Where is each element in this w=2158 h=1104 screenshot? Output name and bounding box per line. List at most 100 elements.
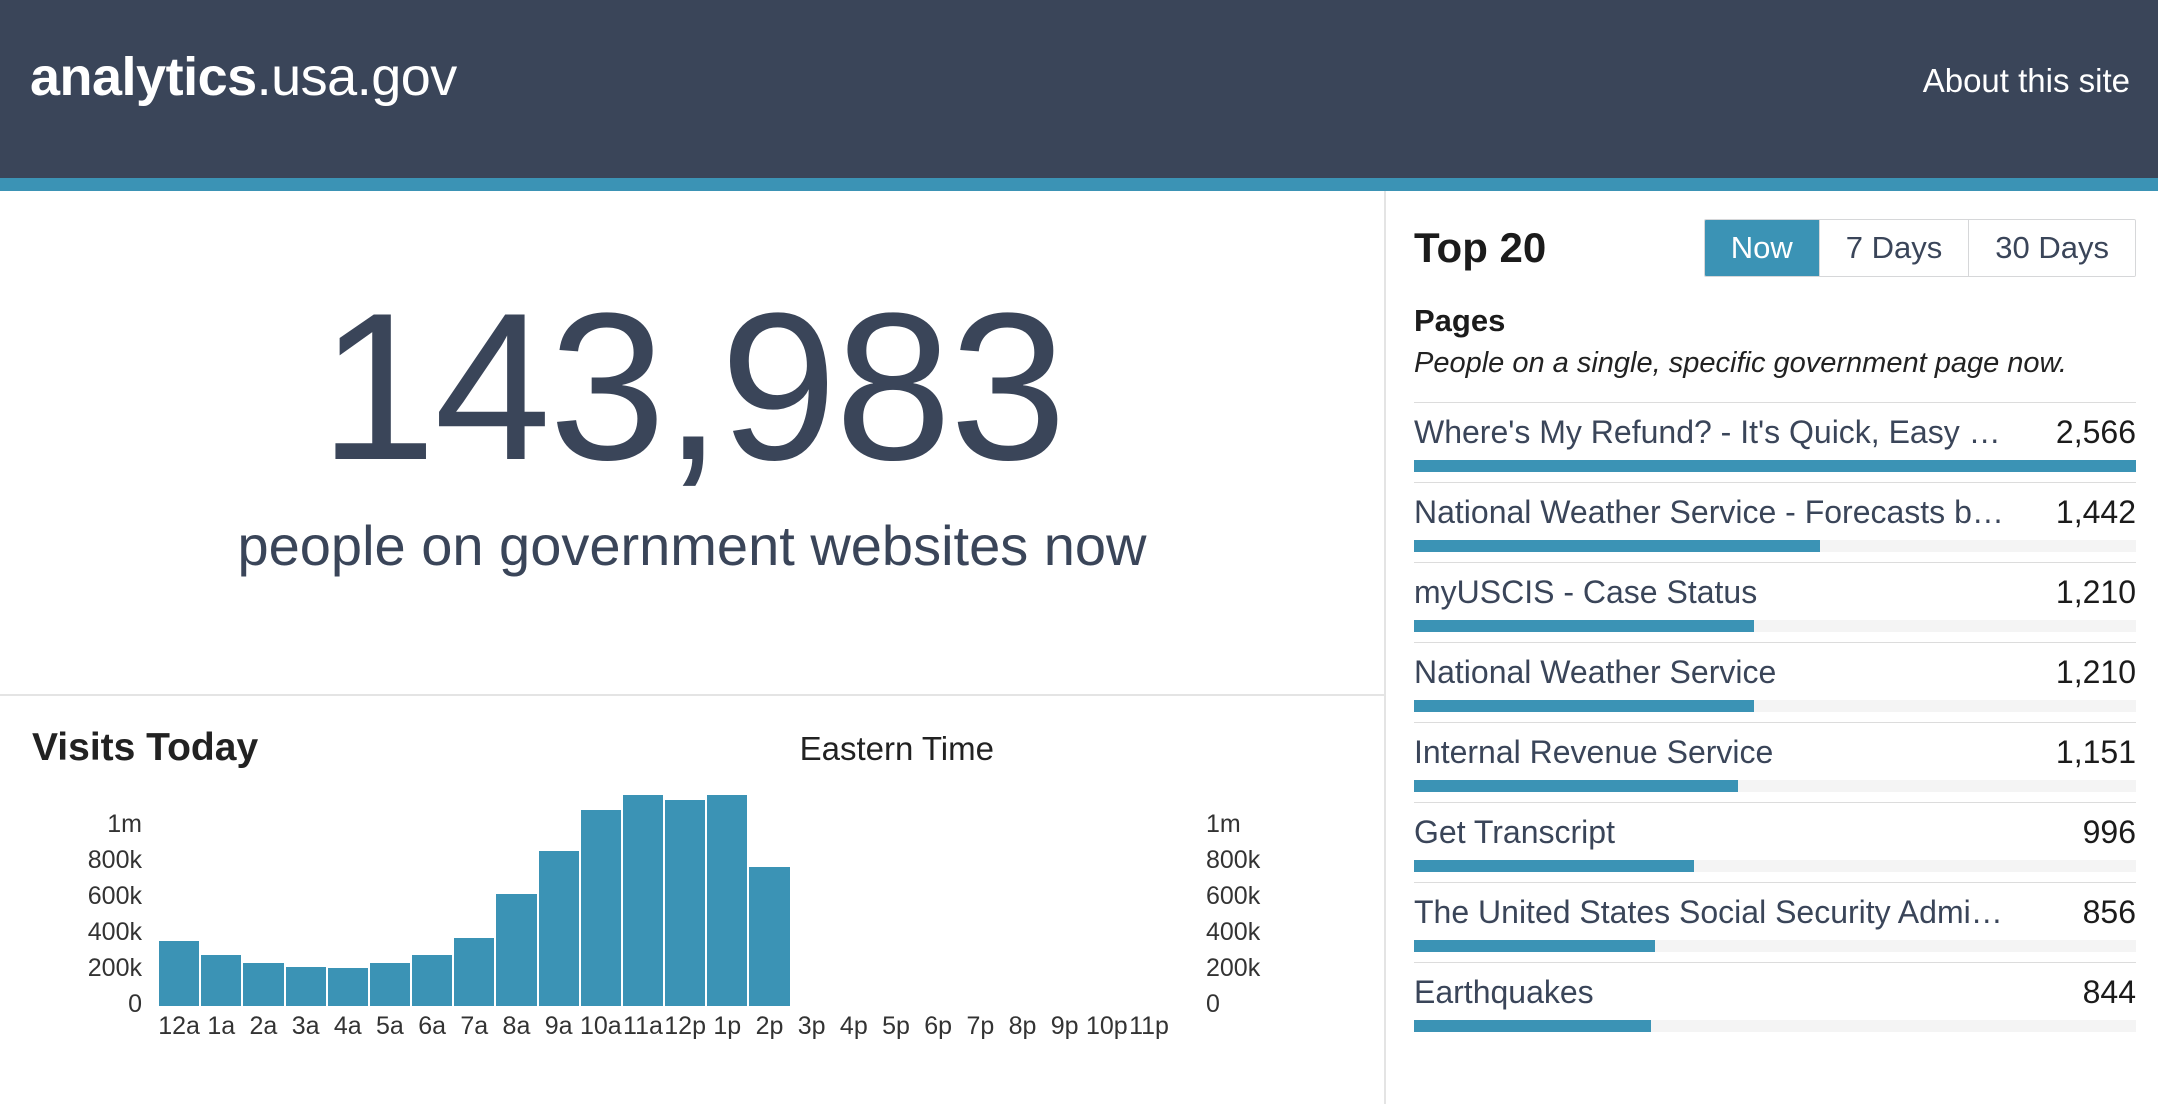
chart-bar-column[interactable]: 10a <box>579 776 622 1040</box>
chart-bar-column[interactable]: 9p <box>1044 776 1086 1040</box>
time-range-tab-7-days[interactable]: 7 Days <box>1819 220 1970 276</box>
chart-bar-column[interactable]: 6a <box>411 776 454 1040</box>
top-page-count: 1,210 <box>2055 654 2136 690</box>
chart-x-axis-tick: 7p <box>966 1012 995 1040</box>
top-page-row[interactable]: Earthquakes 844 <box>1414 962 2136 1042</box>
chart-bar-column[interactable]: 11p <box>1128 776 1170 1040</box>
chart-bar[interactable] <box>579 809 622 1006</box>
top-page-bar-fill <box>1414 780 1738 792</box>
chart-bar[interactable] <box>200 954 243 1006</box>
chart-plot-area: 1m 800k 600k 400k 200k 0 1m 800k 600k 400k 200k 0 … <box>32 795 1354 1040</box>
top-page-count: 1,151 <box>2055 734 2136 770</box>
top-page-name[interactable]: The United States Social Security Admini… <box>1414 894 2014 931</box>
chart-bar-column[interactable]: 12a <box>158 776 201 1040</box>
site-header: analytics.usa.gov About this site <box>0 0 2158 178</box>
chart-bar[interactable] <box>368 962 412 1006</box>
chart-bar[interactable] <box>621 795 665 1006</box>
chart-bar-column[interactable]: 1a <box>200 776 243 1040</box>
y-axis-tick: 600k <box>87 882 142 910</box>
top-page-name[interactable]: myUSCIS - Case Status <box>1414 574 1757 611</box>
accent-bar <box>0 178 2158 191</box>
realtime-visitor-caption: people on government websites now <box>237 513 1147 577</box>
top-page-bar-track <box>1414 540 2136 552</box>
y-axis-tick: 1m <box>1206 810 1241 838</box>
top-page-row-header: Where's My Refund? - It's Quick, Easy an… <box>1414 414 2136 451</box>
chart-bar-column[interactable]: 2p <box>748 776 791 1040</box>
chart-bar[interactable] <box>706 795 749 1006</box>
top-page-name[interactable]: National Weather Service - Forecasts by … <box>1414 494 2014 531</box>
y-axis-tick: 800k <box>1206 846 1261 874</box>
chart-bar-column[interactable]: 4p <box>833 776 875 1040</box>
chart-bar-column[interactable]: 11a <box>621 776 665 1040</box>
chart-bar-column[interactable]: 5a <box>368 776 412 1040</box>
chart-x-axis-tick: 6p <box>924 1012 953 1040</box>
chart-x-axis-tick: 2p <box>755 1012 784 1040</box>
top-page-bar-fill <box>1414 700 1755 712</box>
chart-bar-column[interactable]: 6p <box>917 776 959 1040</box>
top-page-row-header: National Weather Service 1,210 <box>1414 654 2136 691</box>
brand-name-bold: analytics <box>30 47 257 107</box>
chart-bar-column[interactable]: 8a <box>495 776 538 1040</box>
chart-bar[interactable] <box>411 954 454 1006</box>
top-page-row[interactable]: Where's My Refund? - It's Quick, Easy an… <box>1414 402 2136 482</box>
top-page-name[interactable]: Earthquakes <box>1414 974 1594 1011</box>
chart-bar-column[interactable]: 7p <box>959 776 1001 1040</box>
top-page-count: 1,442 <box>2055 494 2136 530</box>
chart-x-axis-tick: 1a <box>207 1012 236 1040</box>
chart-bar-column[interactable]: 3p <box>791 776 833 1040</box>
top-page-name[interactable]: Get Transcript <box>1414 814 1615 851</box>
brand-name-suffix: .usa.gov <box>256 47 458 107</box>
y-axis-tick: 400k <box>1206 918 1261 946</box>
top-page-row[interactable]: The United States Social Security Admini… <box>1414 882 2136 962</box>
about-this-site-link[interactable]: About this site <box>1923 62 2130 100</box>
chart-x-axis-tick: 3a <box>291 1012 320 1040</box>
top-pages-panel: Top 20 Now 7 Days 30 Days Pages People on … <box>1386 191 2158 1104</box>
chart-bar-column[interactable]: 1p <box>706 776 749 1040</box>
top-page-bar-track <box>1414 1020 2136 1032</box>
top-page-row-header: myUSCIS - Case Status 1,210 <box>1414 574 2136 611</box>
chart-bar-column[interactable]: 10p <box>1086 776 1128 1040</box>
top-page-row[interactable]: Get Transcript 996 <box>1414 802 2136 882</box>
chart-bar[interactable] <box>284 967 327 1006</box>
chart-bar-column[interactable]: 5p <box>875 776 917 1040</box>
chart-x-axis-tick: 8a <box>502 1012 531 1040</box>
chart-x-axis-tick: 10p <box>1086 1012 1128 1040</box>
time-range-tabs[interactable]: Now 7 Days 30 Days <box>1703 219 2136 277</box>
chart-x-axis-tick: 12p <box>664 1012 706 1040</box>
chart-x-axis-tick: 12a <box>158 1012 200 1040</box>
chart-bar[interactable] <box>242 962 285 1006</box>
time-range-tab-now[interactable]: Now <box>1704 220 1820 276</box>
top-page-name[interactable]: Where's My Refund? - It's Quick, Easy an… <box>1414 414 2014 451</box>
top-page-row[interactable]: myUSCIS - Case Status 1,210 <box>1414 562 2136 642</box>
chart-bar-column[interactable]: 7a <box>453 776 496 1040</box>
top-page-bar-fill <box>1414 540 1820 552</box>
chart-bar[interactable] <box>158 940 201 1006</box>
chart-bar-column[interactable]: 3a <box>284 776 327 1040</box>
time-range-tab-30-days[interactable]: 30 Days <box>1969 220 2135 276</box>
chart-bar-column[interactable]: 12p <box>664 776 707 1040</box>
top-page-row[interactable]: National Weather Service - Forecasts by … <box>1414 482 2136 562</box>
top-page-name[interactable]: National Weather Service <box>1414 654 1776 691</box>
chart-x-axis-tick: 2a <box>249 1012 278 1040</box>
top-page-row[interactable]: National Weather Service 1,210 <box>1414 642 2136 722</box>
top-pages-list: Where's My Refund? - It's Quick, Easy an… <box>1414 402 2136 1042</box>
chart-bar[interactable] <box>495 894 538 1006</box>
chart-bar-column[interactable]: 4a <box>326 776 369 1040</box>
chart-bar[interactable] <box>453 937 496 1006</box>
y-axis-tick: 600k <box>1206 882 1261 910</box>
top-page-count: 996 <box>2082 814 2136 850</box>
top-page-name[interactable]: Internal Revenue Service <box>1414 734 1773 771</box>
chart-bar-column[interactable]: 9a <box>537 776 580 1040</box>
chart-x-axis-tick: 8p <box>1008 1012 1037 1040</box>
chart-x-axis-tick: 4a <box>333 1012 362 1040</box>
chart-x-axis-tick: 3p <box>797 1012 826 1040</box>
chart-bar[interactable] <box>537 851 580 1006</box>
chart-bar-column[interactable]: 2a <box>242 776 285 1040</box>
visits-today-chart-block: Visits Today Eastern Time 1m 800k 600k 400k… <box>0 696 1384 1104</box>
chart-bar[interactable] <box>326 967 369 1006</box>
chart-bar-column[interactable]: 8p <box>1001 776 1043 1040</box>
chart-bar[interactable] <box>748 866 791 1006</box>
chart-bar[interactable] <box>664 799 707 1006</box>
top-page-row[interactable]: Internal Revenue Service 1,151 <box>1414 722 2136 802</box>
y-axis-tick: 800k <box>87 846 142 874</box>
